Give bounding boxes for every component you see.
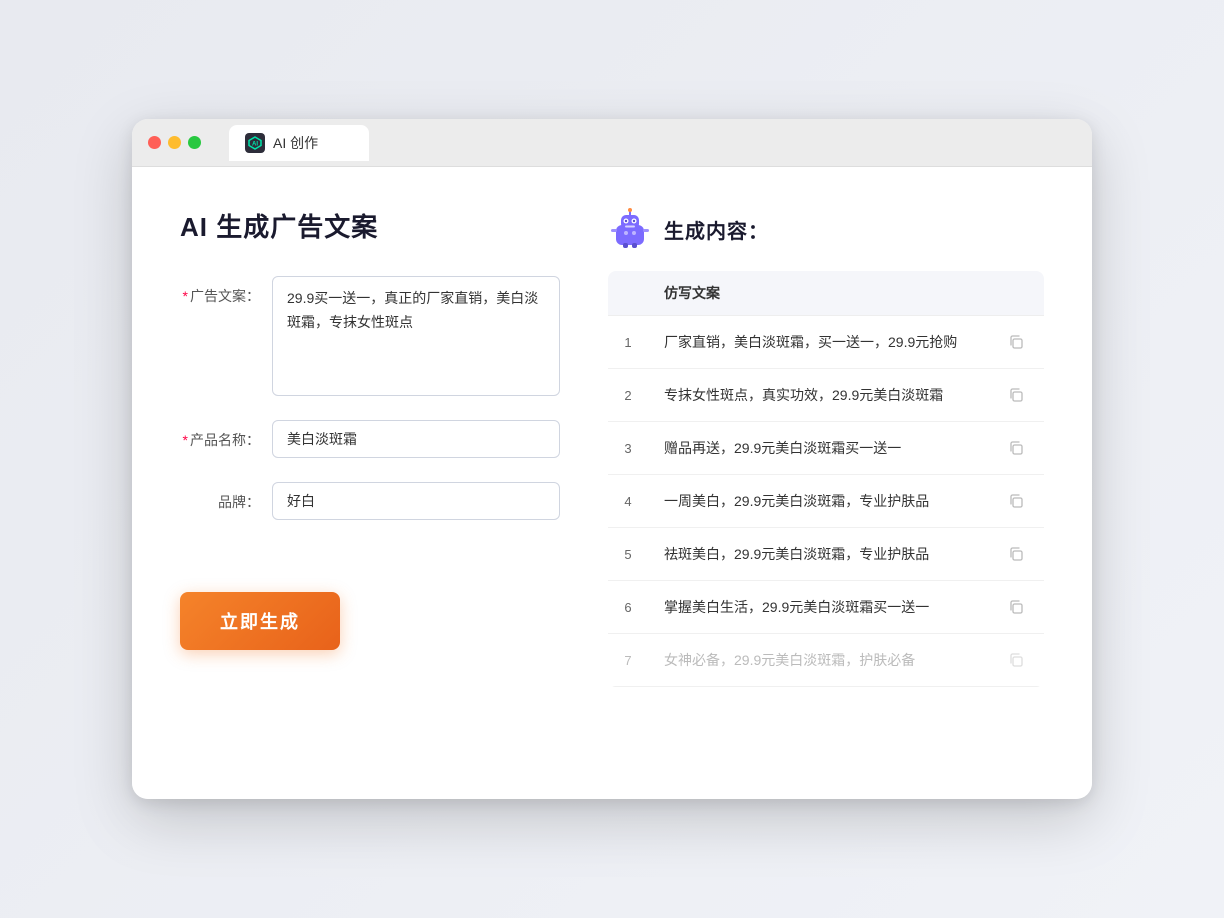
traffic-lights <box>148 136 201 149</box>
row-number: 1 <box>608 316 648 369</box>
table-row: 5祛斑美白，29.9元美白淡斑霜，专业护肤品 <box>608 528 1044 581</box>
copy-icon-button[interactable] <box>1004 330 1028 354</box>
table-header-action <box>988 271 1044 316</box>
row-copy-text: 祛斑美白，29.9元美白淡斑霜，专业护肤品 <box>648 528 988 581</box>
table-header-copy: 仿写文案 <box>648 271 988 316</box>
table-row: 4一周美白，29.9元美白淡斑霜，专业护肤品 <box>608 475 1044 528</box>
copy-icon-button[interactable] <box>1004 648 1028 672</box>
row-copy-cell <box>988 475 1044 528</box>
product-name-input[interactable]: 美白淡斑霜 <box>272 420 560 458</box>
ad-copy-label: *广告文案： <box>180 276 260 306</box>
browser-toolbar: AI AI 创作 <box>132 119 1092 167</box>
row-copy-cell <box>988 316 1044 369</box>
row-copy-text: 女神必备，29.9元美白淡斑霜，护肤必备 <box>648 634 988 687</box>
ad-copy-textarea[interactable]: 29.9买一送一，真正的厂家直销，美白淡斑霜，专抹女性斑点 <box>272 276 560 396</box>
row-number: 5 <box>608 528 648 581</box>
browser-content: AI 生成广告文案 *广告文案： 29.9买一送一，真正的厂家直销，美白淡斑霜，… <box>132 167 1092 799</box>
tab-label: AI 创作 <box>273 133 318 153</box>
copy-icon-button[interactable] <box>1004 436 1028 460</box>
row-copy-cell <box>988 369 1044 422</box>
svg-text:AI: AI <box>252 141 258 147</box>
product-name-row: *产品名称： 美白淡斑霜 <box>180 420 560 458</box>
right-panel: 生成内容： 仿写文案 1厂家直销，美白淡斑霜，买一送一，29.9元抢购 2专抹女… <box>608 207 1044 759</box>
ad-copy-row: *广告文案： 29.9买一送一，真正的厂家直销，美白淡斑霜，专抹女性斑点 <box>180 276 560 396</box>
brand-row: 品牌： 好白 <box>180 482 560 520</box>
row-copy-text: 掌握美白生活，29.9元美白淡斑霜买一送一 <box>648 581 988 634</box>
robot-icon <box>608 207 652 251</box>
table-row: 1厂家直销，美白淡斑霜，买一送一，29.9元抢购 <box>608 316 1044 369</box>
result-header: 生成内容： <box>608 207 1044 251</box>
row-copy-text: 赠品再送，29.9元美白淡斑霜买一送一 <box>648 422 988 475</box>
close-button[interactable] <box>148 136 161 149</box>
copy-icon-button[interactable] <box>1004 542 1028 566</box>
required-mark-product: * <box>183 432 188 448</box>
browser-window: AI AI 创作 AI 生成广告文案 *广告文案： 29.9买一送一，真正的厂家… <box>132 119 1092 799</box>
row-copy-cell <box>988 528 1044 581</box>
generate-button[interactable]: 立即生成 <box>180 592 340 650</box>
row-number: 4 <box>608 475 648 528</box>
row-copy-cell <box>988 634 1044 687</box>
copy-icon-button[interactable] <box>1004 489 1028 513</box>
result-title: 生成内容： <box>664 215 769 244</box>
brand-label: 品牌： <box>180 482 260 512</box>
table-row: 7女神必备，29.9元美白淡斑霜，护肤必备 <box>608 634 1044 687</box>
table-header-row: 仿写文案 <box>608 271 1044 316</box>
row-copy-text: 一周美白，29.9元美白淡斑霜，专业护肤品 <box>648 475 988 528</box>
copy-icon-button[interactable] <box>1004 383 1028 407</box>
brand-input[interactable]: 好白 <box>272 482 560 520</box>
row-copy-cell <box>988 581 1044 634</box>
table-row: 3赠品再送，29.9元美白淡斑霜买一送一 <box>608 422 1044 475</box>
maximize-button[interactable] <box>188 136 201 149</box>
row-number: 6 <box>608 581 648 634</box>
copy-icon-button[interactable] <box>1004 595 1028 619</box>
table-row: 2专抹女性斑点，真实功效，29.9元美白淡斑霜 <box>608 369 1044 422</box>
result-table: 仿写文案 1厂家直销，美白淡斑霜，买一送一，29.9元抢购 2专抹女性斑点，真实… <box>608 271 1044 687</box>
row-copy-cell <box>988 422 1044 475</box>
product-name-label: *产品名称： <box>180 420 260 450</box>
row-copy-text: 专抹女性斑点，真实功效，29.9元美白淡斑霜 <box>648 369 988 422</box>
table-row: 6掌握美白生活，29.9元美白淡斑霜买一送一 <box>608 581 1044 634</box>
row-number: 7 <box>608 634 648 687</box>
row-number: 3 <box>608 422 648 475</box>
minimize-button[interactable] <box>168 136 181 149</box>
browser-tab[interactable]: AI AI 创作 <box>229 125 369 161</box>
table-header-num <box>608 271 648 316</box>
required-mark-ad: * <box>183 288 188 304</box>
row-number: 2 <box>608 369 648 422</box>
ai-tab-icon: AI <box>245 133 265 153</box>
row-copy-text: 厂家直销，美白淡斑霜，买一送一，29.9元抢购 <box>648 316 988 369</box>
page-title: AI 生成广告文案 <box>180 207 560 244</box>
left-panel: AI 生成广告文案 *广告文案： 29.9买一送一，真正的厂家直销，美白淡斑霜，… <box>180 207 560 759</box>
